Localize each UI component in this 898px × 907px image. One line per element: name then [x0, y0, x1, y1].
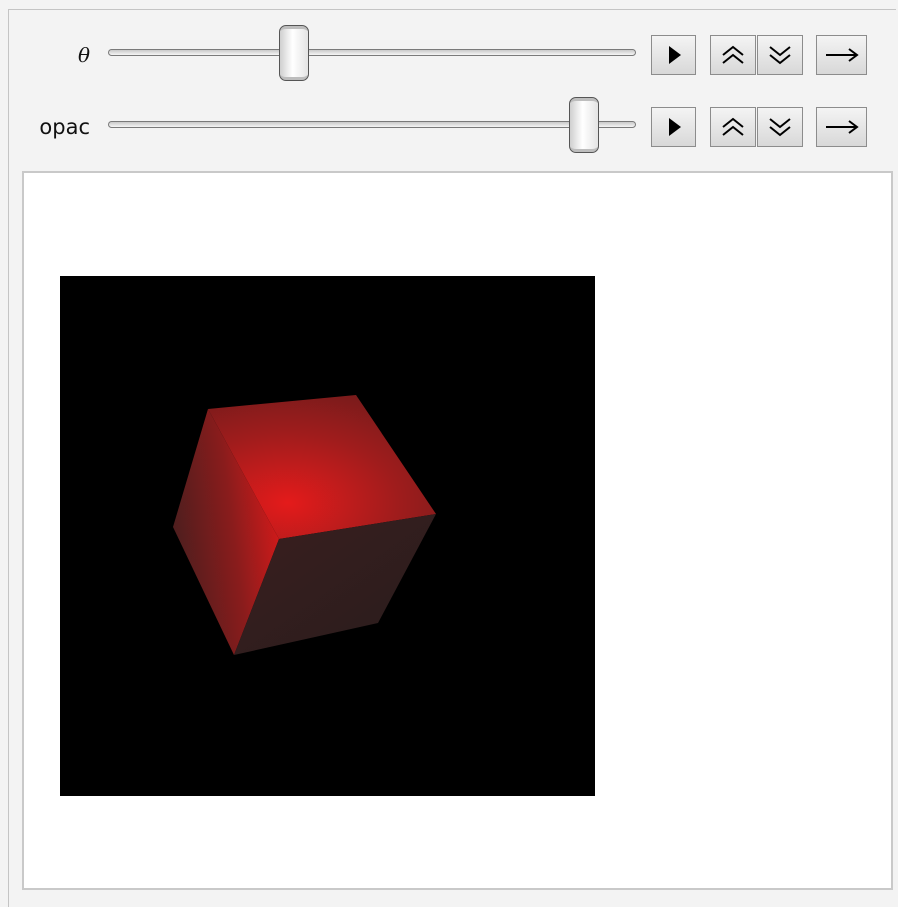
- theta-slider-track[interactable]: [108, 25, 636, 81]
- opac-play-button[interactable]: [651, 107, 696, 147]
- output-pane: [22, 171, 893, 890]
- opac-slider-track[interactable]: [108, 97, 636, 153]
- play-icon: [668, 118, 681, 136]
- theta-direction-button[interactable]: [816, 35, 867, 75]
- theta-control-row: θ: [0, 25, 898, 81]
- opac-label: opac: [39, 115, 90, 139]
- double-chevron-down-icon: [769, 118, 791, 137]
- right-arrow-icon: [825, 120, 859, 134]
- opac-control-row: opac: [0, 97, 898, 153]
- opac-faster-button[interactable]: [710, 107, 756, 147]
- cube-graphic[interactable]: [60, 276, 595, 796]
- opac-direction-button[interactable]: [816, 107, 867, 147]
- theta-play-button[interactable]: [651, 35, 696, 75]
- right-arrow-icon: [825, 48, 859, 62]
- theta-label: θ: [77, 43, 90, 67]
- double-chevron-up-icon: [722, 45, 744, 64]
- theta-slider-thumb[interactable]: [278, 25, 309, 81]
- theta-faster-button[interactable]: [710, 35, 756, 75]
- opac-slider-thumb[interactable]: [569, 97, 600, 153]
- theta-slower-button[interactable]: [757, 35, 803, 75]
- opac-slower-button[interactable]: [757, 107, 803, 147]
- double-chevron-down-icon: [769, 46, 791, 65]
- play-icon: [668, 46, 681, 64]
- double-chevron-up-icon: [722, 117, 744, 136]
